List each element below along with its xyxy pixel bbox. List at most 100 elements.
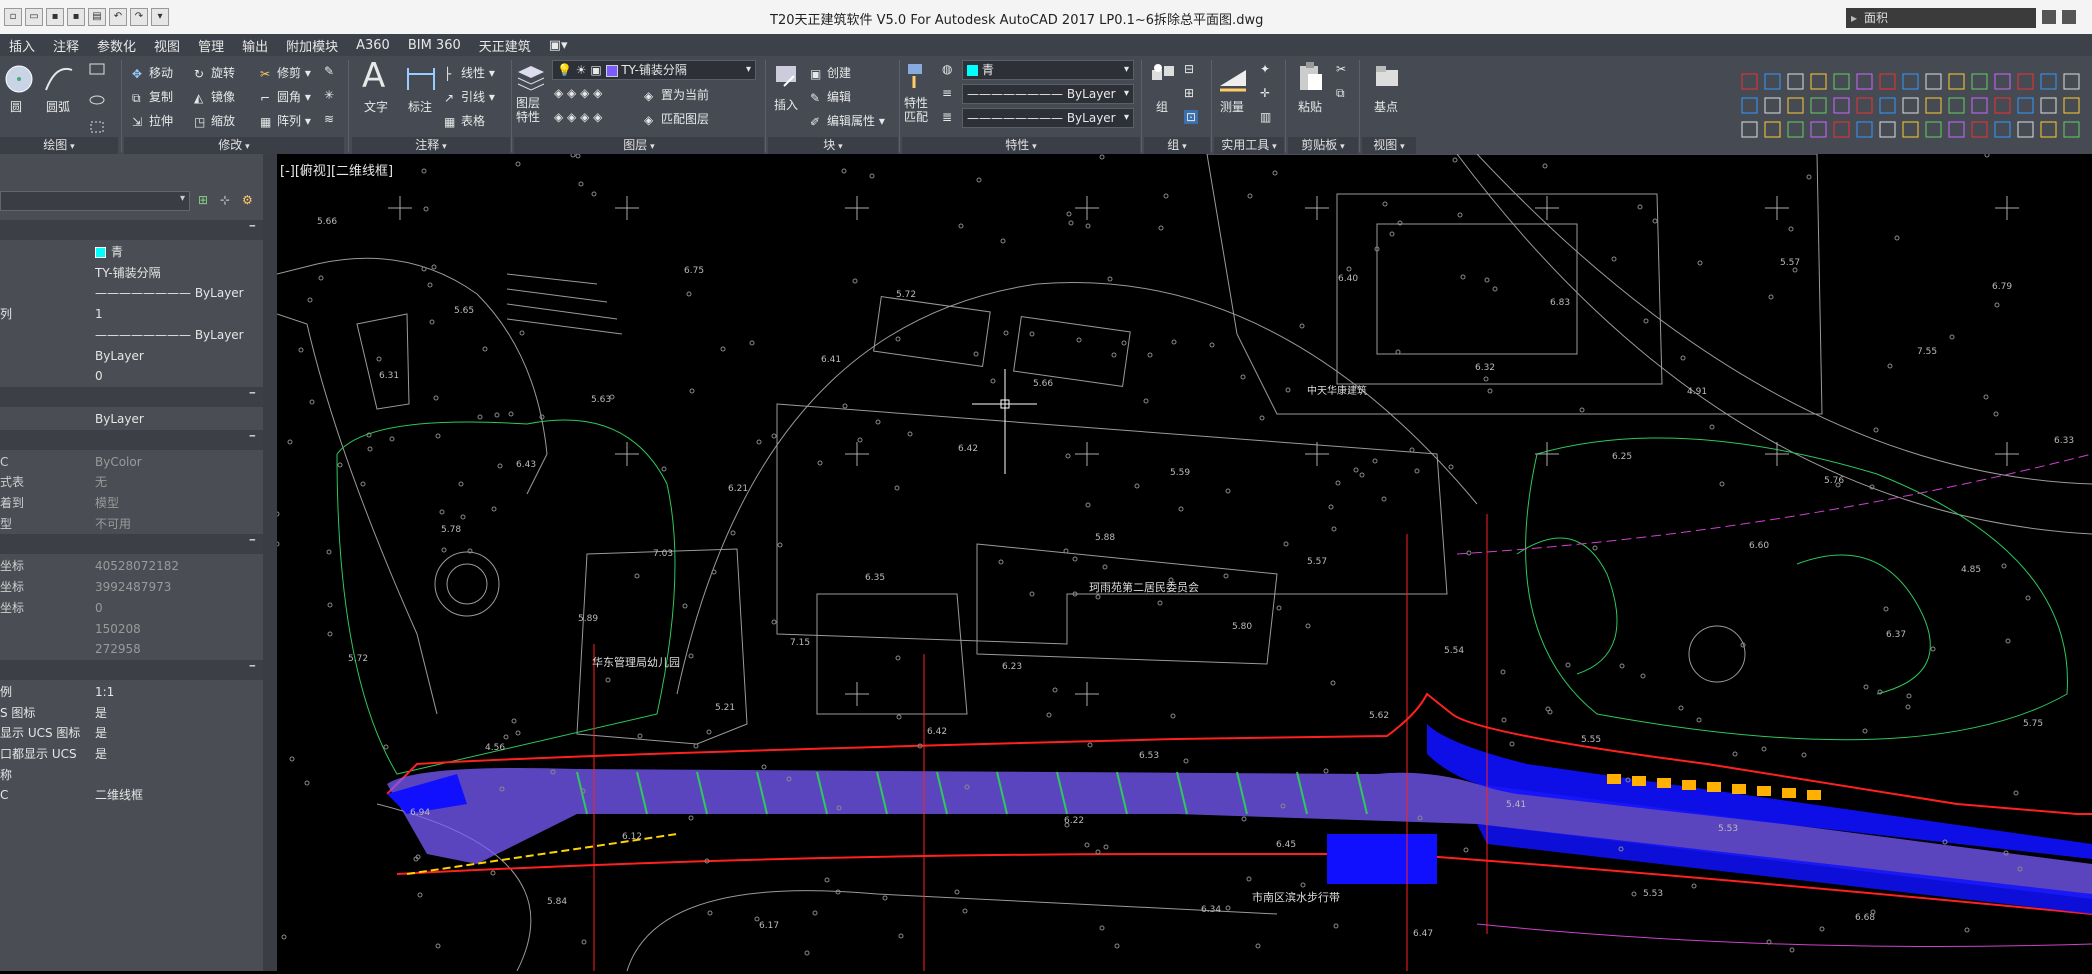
linetype-dropdown[interactable]: ———————— ByLayer — [962, 84, 1134, 104]
t20-toolbar-icons[interactable] — [1736, 70, 2092, 142]
property-row[interactable]: C ByColor — [0, 452, 263, 472]
t20-tool-icon[interactable] — [2063, 121, 2080, 138]
tab-bim360[interactable]: BIM 360 — [399, 38, 470, 53]
arc-button[interactable]: 圆弧 — [46, 98, 70, 115]
t20-tool-icon[interactable] — [2063, 73, 2080, 90]
t20-tool-icon[interactable] — [1925, 97, 1942, 114]
insert-block-icon[interactable] — [770, 60, 804, 94]
t20-tool-icon[interactable] — [1994, 121, 2011, 138]
linear-button[interactable]: ├ 线性 ▾ — [444, 64, 495, 81]
paste-icon[interactable] — [1294, 60, 1328, 94]
t20-tool-icon[interactable] — [2017, 73, 2034, 90]
t20-tool-icon[interactable] — [2017, 121, 2034, 138]
property-row[interactable]: 列1 — [0, 304, 263, 324]
select-objects-icon[interactable]: ⊹ — [220, 193, 234, 207]
section-header-plot[interactable] — [0, 386, 263, 407]
t20-tool-icon[interactable] — [1994, 73, 2011, 90]
block-panel-footer[interactable]: 块 — [768, 137, 898, 154]
t20-tool-icon[interactable] — [2040, 97, 2057, 114]
text-button[interactable]: 文字 — [364, 98, 388, 115]
t20-tool-icon[interactable] — [2063, 97, 2080, 114]
match-properties-icon[interactable] — [904, 60, 938, 94]
draw-panel-footer[interactable]: 绘图 — [0, 137, 118, 154]
t20-tool-icon[interactable] — [1764, 121, 1781, 138]
t20-tool-icon[interactable] — [1856, 97, 1873, 114]
t20-tool-icon[interactable] — [1971, 73, 1988, 90]
tab-annotate[interactable]: 注释 — [44, 36, 88, 55]
edit-block-button[interactable]: ✎ 编辑 — [810, 88, 851, 105]
property-row[interactable]: TY-铺装分隔 — [0, 263, 263, 283]
t20-tool-icon[interactable] — [1741, 97, 1758, 114]
t20-tool-icon[interactable] — [1971, 97, 1988, 114]
viewport-controls-label[interactable]: [-][俯视][二维线框] — [280, 160, 393, 179]
property-row[interactable]: 0 — [0, 366, 263, 386]
open-icon[interactable]: ▭ — [25, 8, 43, 26]
property-row[interactable]: 150208 — [0, 619, 263, 639]
clipboard-panel-footer[interactable]: 剪贴板 — [1288, 137, 1358, 154]
redo-icon[interactable]: ↷ — [130, 8, 148, 26]
section-header-misc[interactable] — [0, 429, 263, 450]
tab-output[interactable]: 输出 — [233, 36, 277, 55]
tab-view[interactable]: 视图 — [145, 36, 189, 55]
base-point-icon[interactable] — [1370, 60, 1404, 94]
section-header-view[interactable] — [0, 534, 263, 555]
t20-tool-icon[interactable] — [1833, 121, 1850, 138]
scale-button[interactable]: ◳ 缩放 — [194, 112, 235, 129]
property-row[interactable]: 272958 — [0, 639, 263, 659]
group-button[interactable]: 组 — [1156, 98, 1168, 115]
layer-tools-row1[interactable]: ◈ ◈ ◈ ◈ — [554, 86, 602, 100]
layer-properties-button[interactable]: 图层 特性 — [516, 96, 540, 124]
paste-button[interactable]: 粘贴 — [1298, 98, 1322, 115]
qat-dropdown-icon[interactable]: ▾ — [151, 8, 169, 26]
arc-icon[interactable] — [42, 62, 76, 96]
dimension-button[interactable]: 标注 — [408, 98, 432, 115]
toggle-pickadd-icon[interactable]: ⊞ — [198, 193, 212, 207]
base-button[interactable]: 基点 — [1374, 98, 1398, 115]
quick-select-icon[interactable]: ✦ — [1260, 62, 1270, 76]
t20-tool-icon[interactable] — [1764, 97, 1781, 114]
t20-tool-icon[interactable] — [1810, 97, 1827, 114]
property-row[interactable]: 型 不可用 — [0, 514, 263, 534]
search-input[interactable]: 面积 — [1846, 8, 2036, 28]
measure-icon[interactable] — [1216, 60, 1250, 94]
quick-select-icon[interactable]: ⚙ — [242, 193, 256, 207]
array-button[interactable]: ▦ 阵列 ▾ — [260, 112, 311, 129]
t20-tool-icon[interactable] — [1764, 73, 1781, 90]
plot-icon[interactable]: ▤ — [88, 8, 106, 26]
tab-manage[interactable]: 管理 — [189, 36, 233, 55]
tab-extra-icon[interactable]: ▣▾ — [540, 38, 577, 53]
modify-panel-footer[interactable]: 修改 — [124, 137, 344, 154]
t20-tool-icon[interactable] — [1879, 97, 1896, 114]
property-row[interactable]: C 二维线框 — [0, 785, 263, 805]
measure-button[interactable]: 测量 — [1220, 98, 1244, 115]
t20-tool-icon[interactable] — [1810, 121, 1827, 138]
t20-tool-icon[interactable] — [1902, 97, 1919, 114]
match-layer-button[interactable]: ◈ 匹配图层 — [644, 110, 709, 127]
tab-a360[interactable]: A360 — [347, 38, 399, 53]
property-row[interactable]: S 图标 是 — [0, 703, 263, 723]
trim-button[interactable]: ✂ 修剪 ▾ — [260, 64, 311, 81]
palette-scrollbar[interactable] — [263, 154, 277, 971]
insert-button[interactable]: 插入 — [774, 96, 798, 113]
circle-button[interactable]: 圆 — [10, 98, 22, 115]
edit-attributes-button[interactable]: ✐ 编辑属性 ▾ — [810, 112, 885, 129]
property-row[interactable]: 称 — [0, 765, 263, 785]
property-row[interactable]: 着到 模型 — [0, 493, 263, 513]
annotation-panel-footer[interactable]: 注释 — [352, 137, 510, 154]
create-block-button[interactable]: ▣ 创建 — [810, 64, 851, 81]
color-wheel-icon[interactable]: ◍ — [942, 62, 952, 76]
circle-icon[interactable] — [2, 62, 36, 96]
t20-tool-icon[interactable] — [1741, 73, 1758, 90]
property-row[interactable]: 坐标 40528072182 — [0, 556, 263, 576]
property-row[interactable]: ByLayer — [0, 409, 263, 429]
t20-tool-icon[interactable] — [1833, 73, 1850, 90]
t20-tool-icon[interactable] — [1833, 97, 1850, 114]
offset-icon[interactable]: ≋ — [324, 112, 334, 126]
drawing-viewport[interactable]: 5.66 5.65 5.63 6.21 6.35 6.23 6.53 6.45 6.47 6.83… — [274, 152, 2092, 972]
copy-button[interactable]: ⧉ 复制 — [132, 88, 173, 105]
utilities-panel-footer[interactable]: 实用工具 — [1214, 137, 1284, 154]
layer-tools-row2[interactable]: ◈ ◈ ◈ ◈ — [554, 110, 602, 124]
t20-tool-icon[interactable] — [1741, 121, 1758, 138]
t20-tool-icon[interactable] — [1994, 97, 2011, 114]
groups-panel-footer[interactable]: 组 — [1144, 137, 1210, 154]
